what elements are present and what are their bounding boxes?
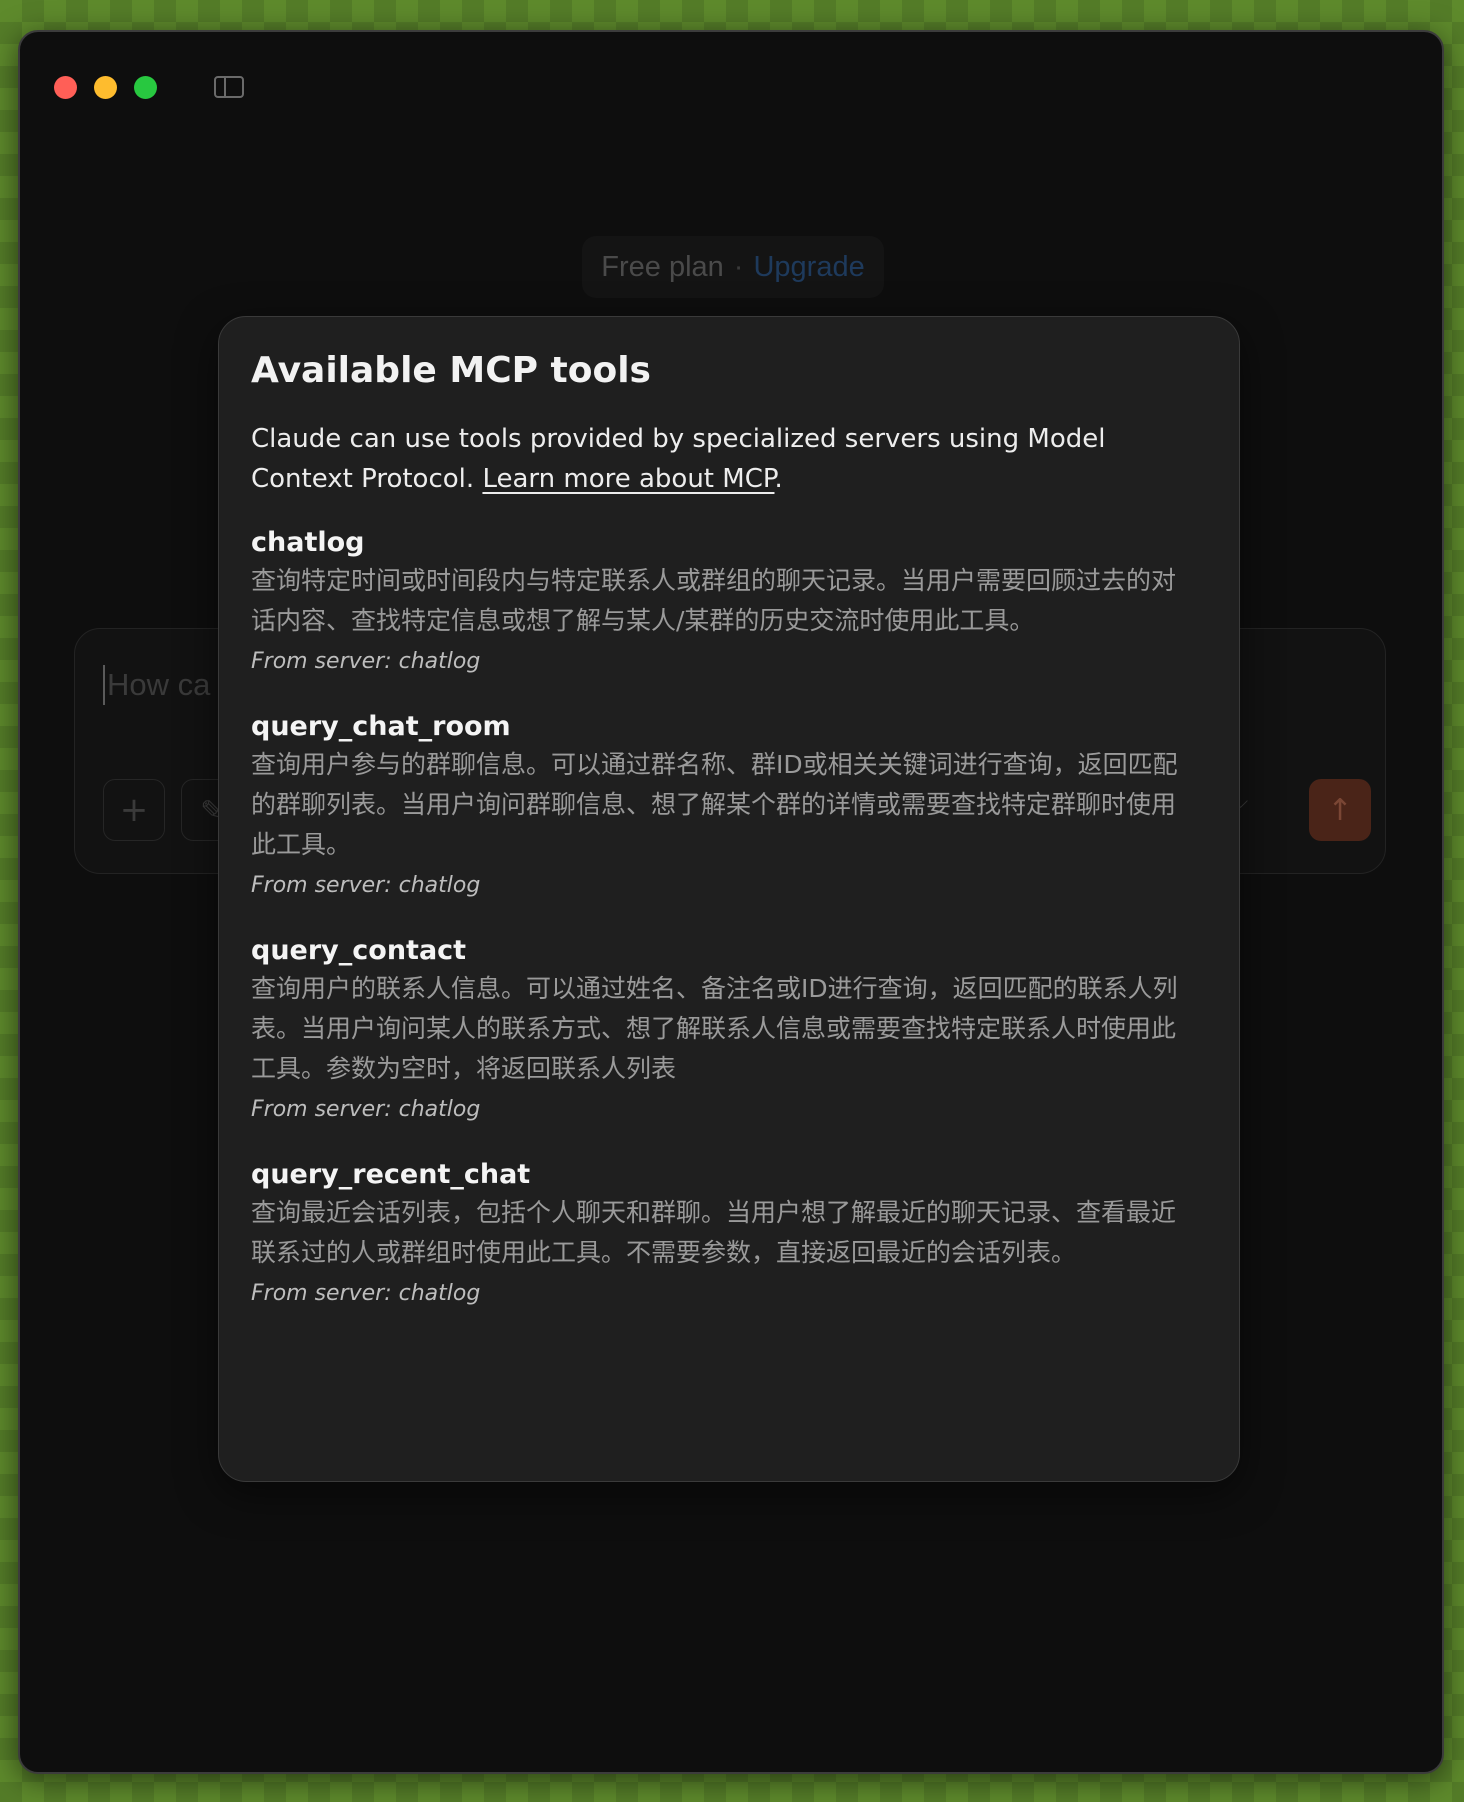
plan-label: Free plan bbox=[601, 250, 724, 283]
tool-name: chatlog bbox=[251, 527, 365, 558]
tool-server: From server: chatlog bbox=[251, 873, 481, 898]
mcp-tools-dialog: Available MCP tools Claude can use tools… bbox=[218, 316, 1240, 1482]
upgrade-link[interactable]: Upgrade bbox=[753, 251, 864, 284]
send-button[interactable]: ↑ bbox=[1309, 779, 1371, 841]
tool-description: 查询最近会话列表，包括个人聊天和群聊。当用户想了解最近的聊天记录、查看最近联系过… bbox=[251, 1198, 1177, 1267]
app-window: Free plan · Upgrade How ca + ✎ ⌵ ↑ Avail… bbox=[18, 30, 1444, 1774]
tool-item: chatlog 查询特定时间或时间段内与特定联系人或群组的聊天记录。当用户需要回顾… bbox=[251, 525, 1207, 679]
close-window-button[interactable] bbox=[54, 76, 77, 99]
tool-list: chatlog 查询特定时间或时间段内与特定联系人或群组的聊天记录。当用户需要回顾… bbox=[251, 525, 1207, 1311]
minimize-window-button[interactable] bbox=[94, 76, 117, 99]
dialog-description-end: . bbox=[774, 464, 783, 494]
tool-name: query_recent_chat bbox=[251, 1159, 531, 1190]
plus-icon: + bbox=[119, 790, 149, 830]
dialog-description: Claude can use tools provided by special… bbox=[251, 419, 1207, 499]
sidebar-toggle-icon[interactable] bbox=[214, 76, 244, 98]
zoom-window-button[interactable] bbox=[134, 76, 157, 99]
tool-server: From server: chatlog bbox=[251, 649, 481, 674]
tool-server: From server: chatlog bbox=[251, 1281, 481, 1306]
dialog-title: Available MCP tools bbox=[251, 350, 651, 391]
learn-more-mcp-link[interactable]: Learn more about MCP bbox=[482, 464, 774, 494]
tool-description: 查询用户的联系人信息。可以通过姓名、备注名或ID进行查询，返回匹配的联系人列表。… bbox=[251, 974, 1178, 1083]
tool-name: query_chat_room bbox=[251, 711, 511, 742]
tool-name: query_contact bbox=[251, 935, 467, 966]
plan-badge: Free plan · Upgrade bbox=[582, 236, 884, 298]
add-attachment-button[interactable]: + bbox=[103, 779, 165, 841]
tool-item: query_recent_chat 查询最近会话列表，包括个人聊天和群聊。当用户想… bbox=[251, 1157, 1207, 1311]
tool-description: 查询用户参与的群聊信息。可以通过群名称、群ID或相关关键词进行查询，返回匹配的群… bbox=[251, 750, 1178, 859]
plan-separator: · bbox=[733, 250, 744, 283]
tool-item: query_chat_room 查询用户参与的群聊信息。可以通过群名称、群ID或相… bbox=[251, 709, 1207, 903]
tool-item: query_contact 查询用户的联系人信息。可以通过姓名、备注名或ID进行查… bbox=[251, 933, 1207, 1127]
message-input[interactable]: How ca bbox=[103, 665, 210, 705]
tool-description: 查询特定时间或时间段内与特定联系人或群组的聊天记录。当用户需要回顾过去的对话内容… bbox=[251, 566, 1177, 635]
arrow-up-icon: ↑ bbox=[1327, 792, 1353, 828]
tool-server: From server: chatlog bbox=[251, 1097, 481, 1122]
